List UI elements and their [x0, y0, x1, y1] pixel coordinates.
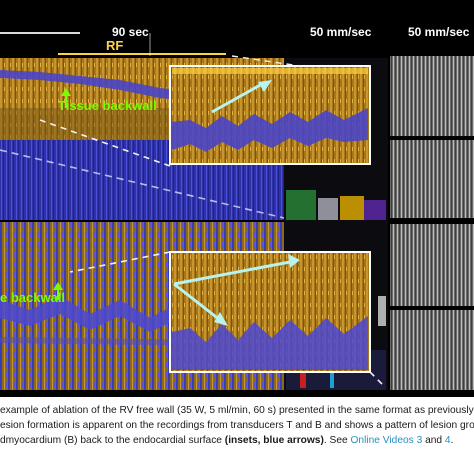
caption-line-2: esion formation is apparent on the recor… [0, 420, 474, 431]
inset-bottom [169, 251, 371, 373]
figure-panel: 90 sec 50 mm/sec 50 mm/sec RF Tissue bac… [0, 0, 474, 397]
caption-line-1: example of ablation of the RV free wall … [0, 405, 474, 416]
tissue-backwall-label-bottom: e backwall [0, 290, 66, 305]
caption-line-3: dmyocardium (B) back to the endocardial … [0, 435, 454, 446]
header-50mm-right: 50 mm/sec [408, 25, 470, 39]
online-videos-link[interactable]: Online Videos 3 [351, 435, 423, 446]
header-50mm-mid: 50 mm/sec [310, 25, 372, 39]
rf-label: RF [106, 38, 124, 53]
m-mode-figure [0, 0, 474, 397]
header-90sec: 90 sec [112, 25, 149, 39]
tissue-backwall-label-top: Tissue backwall [58, 98, 157, 113]
figure-caption: example of ablation of the RV free wall … [0, 404, 474, 474]
